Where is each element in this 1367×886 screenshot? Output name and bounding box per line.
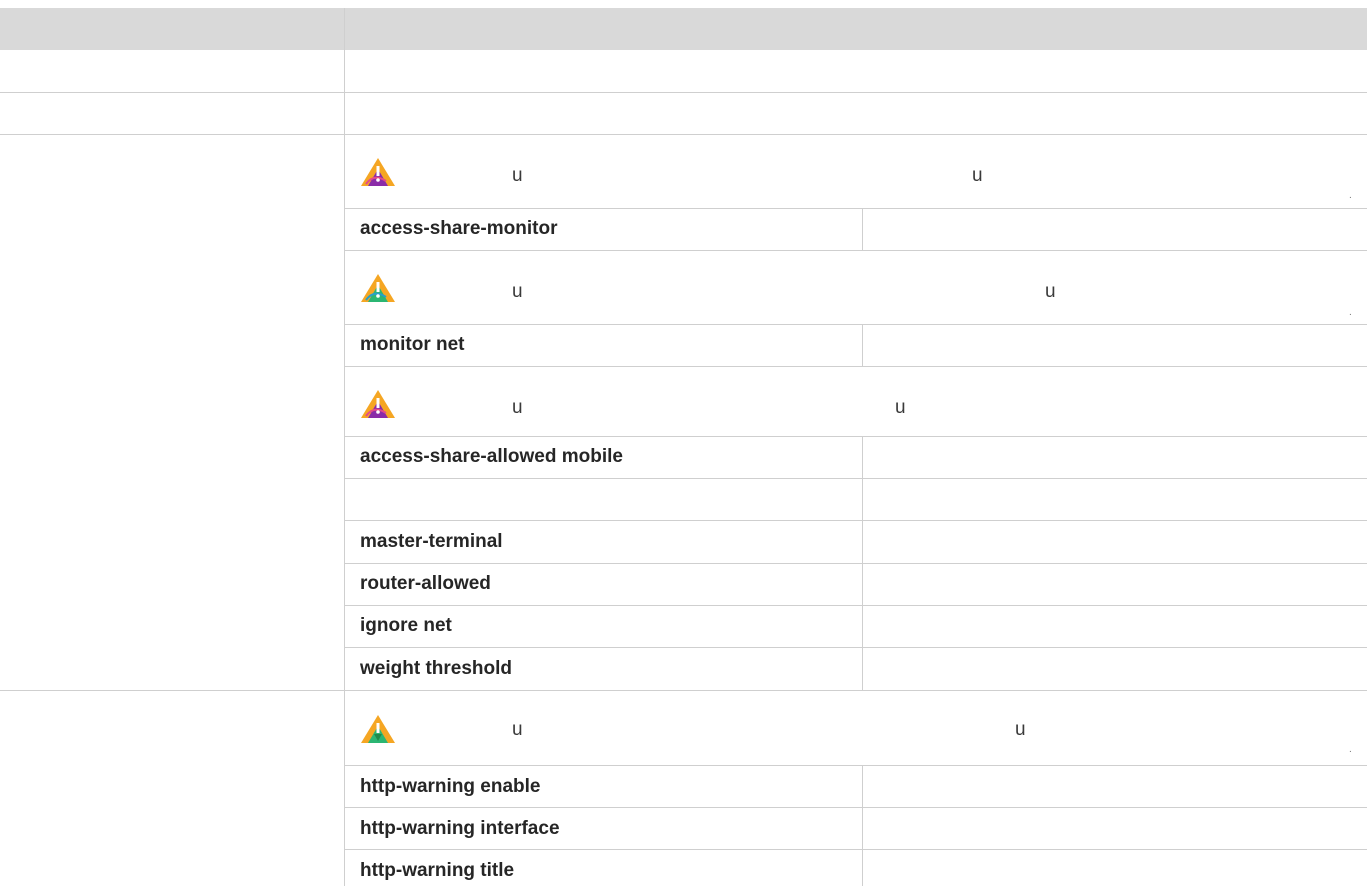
row-divider [345, 208, 1367, 209]
note-char: u [512, 719, 523, 740]
warning-icon [361, 274, 395, 302]
note-char: u [1015, 719, 1026, 740]
row-divider [0, 134, 1367, 135]
row-divider [345, 324, 1367, 325]
command-access-share-monitor: access-share-monitor [360, 218, 558, 239]
note-dot: . [1349, 744, 1352, 755]
warning-icon [361, 715, 395, 743]
row-divider [345, 250, 1367, 251]
command-http-warning-enable: http-warning enable [360, 776, 541, 797]
command-access-share-allowed-mobile: access-share-allowed mobile [360, 446, 623, 467]
row-divider [345, 807, 1367, 808]
note-dot: . [1349, 190, 1352, 201]
row-divider [345, 647, 1367, 648]
cell-divider [862, 436, 863, 690]
row-divider [345, 849, 1367, 850]
row-divider [345, 765, 1367, 766]
command-http-warning-interface: http-warning interface [360, 818, 560, 839]
cell-divider [862, 765, 863, 886]
command-router-allowed: router-allowed [360, 573, 491, 594]
command-ignore-net: ignore net [360, 615, 452, 636]
row-divider [0, 92, 1367, 93]
row-divider [345, 563, 1367, 564]
command-weight-threshold: weight threshold [360, 658, 512, 679]
note-dot: . [1349, 307, 1352, 318]
cell-divider [862, 208, 863, 250]
note-char: u [895, 397, 906, 418]
row-divider [0, 690, 1367, 691]
column-divider [344, 8, 345, 886]
row-divider [345, 478, 1367, 479]
cell-divider [862, 324, 863, 366]
command-monitor-net: monitor net [360, 334, 465, 355]
note-char: u [972, 165, 983, 186]
row-divider [345, 436, 1367, 437]
note-char: u [512, 165, 523, 186]
row-divider [345, 605, 1367, 606]
row-divider [345, 520, 1367, 521]
note-char: u [1045, 281, 1056, 302]
note-char: u [512, 397, 523, 418]
warning-icon [361, 390, 395, 418]
command-master-terminal: master-terminal [360, 531, 503, 552]
warning-icon [361, 158, 395, 186]
row-divider [345, 366, 1367, 367]
table-header [0, 8, 1367, 50]
note-char: u [512, 281, 523, 302]
command-http-warning-title: http-warning title [360, 860, 515, 881]
